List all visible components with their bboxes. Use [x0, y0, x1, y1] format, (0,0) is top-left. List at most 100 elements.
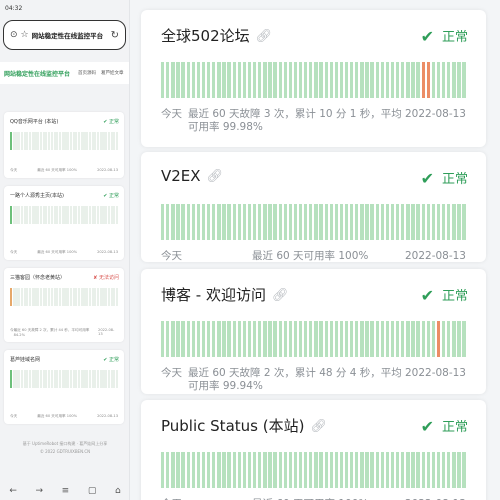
uptime-bar-ok[interactable] [339, 452, 344, 488]
uptime-bar-ok[interactable] [334, 204, 339, 240]
uptime-bar-ok[interactable] [319, 62, 323, 98]
uptime-bar-ok[interactable] [242, 452, 247, 488]
uptime-bar-ok[interactable] [278, 321, 282, 357]
uptime-bar-ok[interactable] [288, 204, 293, 240]
uptime-bar-ok[interactable] [186, 204, 190, 240]
uptime-bar-ok[interactable] [416, 204, 420, 240]
uptime-bar-ok[interactable] [426, 204, 430, 240]
uptime-bar-ok[interactable] [237, 62, 241, 98]
uptime-bar-ok[interactable] [263, 452, 267, 488]
uptime-bar-ok[interactable] [252, 452, 257, 488]
uptime-bar-ok[interactable] [350, 452, 354, 488]
uptime-bar-ok[interactable] [370, 62, 374, 98]
uptime-bar-ok[interactable] [426, 321, 430, 357]
uptime-bar-ok[interactable] [411, 62, 415, 98]
uptime-bar-ok[interactable] [452, 62, 456, 98]
uptime-bar-ok[interactable] [314, 62, 318, 98]
uptime-bar-ok[interactable] [181, 321, 185, 357]
uptime-bar-ok[interactable] [298, 452, 303, 488]
uptime-bar-ok[interactable] [212, 62, 216, 98]
uptime-bar-ok[interactable] [196, 452, 201, 488]
uptime-bar-ok[interactable] [247, 204, 252, 240]
mobile-brand[interactable]: 网站稳定性在线监控平台 [4, 69, 70, 78]
uptime-bar-ok[interactable] [283, 452, 287, 488]
uptime-bar-ok[interactable] [462, 452, 466, 488]
uptime-bar-ok[interactable] [396, 204, 400, 240]
uptime-bar-ok[interactable] [457, 452, 461, 488]
uptime-bar-ok[interactable] [222, 321, 226, 357]
uptime-bar-ok[interactable] [288, 62, 293, 98]
uptime-bar-ok[interactable] [396, 62, 400, 98]
uptime-bar-ok[interactable] [457, 62, 461, 98]
uptime-bar-ok[interactable] [227, 321, 231, 357]
uptime-bar-ok[interactable] [227, 204, 231, 240]
uptime-bar-ok[interactable] [191, 204, 195, 240]
uptime-bar-ok[interactable] [401, 204, 405, 240]
uptime-bar-ok[interactable] [191, 62, 195, 98]
home-icon[interactable]: ⌂ [115, 486, 121, 496]
uptime-bar-down[interactable] [421, 62, 425, 98]
uptime-bar-ok[interactable] [365, 62, 369, 98]
monitor-name[interactable]: Public Status (本站) [161, 417, 304, 435]
uptime-bar-ok[interactable] [385, 62, 390, 98]
uptime-bar-ok[interactable] [385, 452, 390, 488]
uptime-bar-ok[interactable] [242, 204, 247, 240]
uptime-bar-ok[interactable] [206, 452, 211, 488]
uptime-bar-ok[interactable] [278, 452, 282, 488]
uptime-bar-ok[interactable] [360, 452, 364, 488]
mobile-monitor-name[interactable]: 三猫客园（怀念老黄站） [10, 274, 65, 281]
uptime-bar-ok[interactable] [421, 452, 425, 488]
uptime-bar-ok[interactable] [390, 452, 395, 488]
uptime-bar-ok[interactable] [161, 321, 165, 357]
uptime-bar-ok[interactable] [411, 452, 415, 488]
monitor-name[interactable]: V2EX [161, 167, 201, 185]
uptime-bar-ok[interactable] [298, 62, 303, 98]
uptime-bar-ok[interactable] [191, 452, 195, 488]
uptime-bar-ok[interactable] [161, 204, 165, 240]
uptime-bar-ok[interactable] [436, 452, 441, 488]
uptime-bar-ok[interactable] [401, 321, 405, 357]
uptime-bar-ok[interactable] [324, 62, 328, 98]
mobile-footer-line2[interactable]: © 2022 GDTRUIXBEN.CN [0, 448, 129, 456]
uptime-bar-ok[interactable] [258, 321, 262, 357]
uptime-bar-ok[interactable] [273, 204, 277, 240]
uptime-bar-ok[interactable] [191, 321, 195, 357]
uptime-bar-ok[interactable] [222, 452, 226, 488]
star-icon[interactable]: ☆ [21, 30, 29, 40]
uptime-bar-ok[interactable] [273, 321, 277, 357]
monitor-name[interactable]: 全球502论坛 [161, 27, 250, 45]
uptime-bar-ok[interactable] [360, 62, 364, 98]
uptime-bar-ok[interactable] [385, 321, 390, 357]
uptime-bar-ok[interactable] [436, 62, 441, 98]
uptime-bar-ok[interactable] [201, 62, 206, 98]
uptime-bar-ok[interactable] [232, 452, 236, 488]
uptime-bar-ok[interactable] [447, 204, 451, 240]
uptime-bar-ok[interactable] [304, 62, 308, 98]
uptime-bar-ok[interactable] [309, 321, 313, 357]
uptime-bar-ok[interactable] [288, 452, 293, 488]
uptime-bar-ok[interactable] [344, 321, 349, 357]
uptime-bar-ok[interactable] [268, 321, 272, 357]
uptime-bar-ok[interactable] [176, 452, 180, 488]
uptime-bar-ok[interactable] [401, 452, 405, 488]
uptime-bar-ok[interactable] [431, 321, 436, 357]
uptime-bar-ok[interactable] [171, 452, 175, 488]
uptime-bar-ok[interactable] [171, 62, 175, 98]
uptime-bar-ok[interactable] [319, 204, 323, 240]
reload-icon[interactable]: ↻ [111, 30, 119, 41]
uptime-bar-ok[interactable] [304, 204, 308, 240]
uptime-bar-ok[interactable] [268, 62, 272, 98]
uptime-bar-ok[interactable] [212, 321, 216, 357]
uptime-bar-ok[interactable] [186, 321, 190, 357]
uptime-bar-ok[interactable] [268, 204, 272, 240]
uptime-bar-ok[interactable] [442, 204, 446, 240]
uptime-bar-ok[interactable] [247, 62, 252, 98]
uptime-bar-ok[interactable] [385, 204, 390, 240]
uptime-bar-ok[interactable] [370, 204, 374, 240]
uptime-bar-down[interactable] [426, 62, 430, 98]
uptime-bar-ok[interactable] [227, 62, 231, 98]
uptime-bar-ok[interactable] [217, 452, 221, 488]
forward-icon[interactable]: → [35, 486, 43, 496]
uptime-bar-ok[interactable] [355, 452, 359, 488]
uptime-bar-ok[interactable] [370, 321, 374, 357]
